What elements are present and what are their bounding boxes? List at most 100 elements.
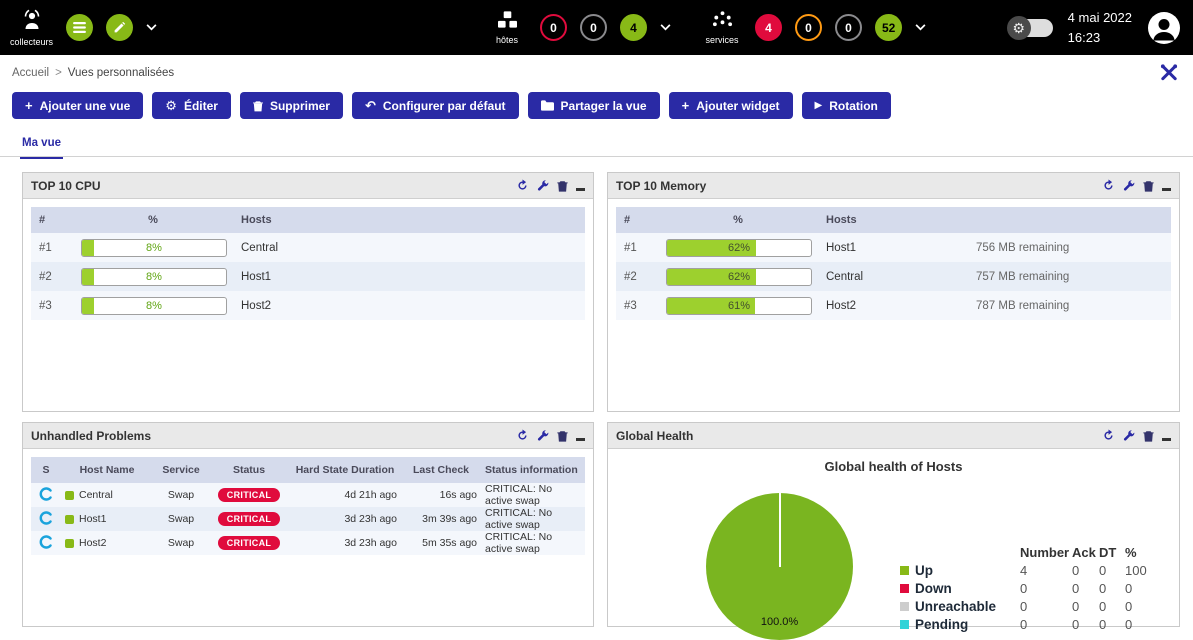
cpu-usage-bar: 8% <box>81 239 227 257</box>
column-header[interactable]: % <box>73 207 233 233</box>
poller-list-icon[interactable] <box>66 14 93 41</box>
poller-config-icon[interactable] <box>106 14 133 41</box>
minimize-icon[interactable] <box>576 438 585 441</box>
tab-divider <box>0 156 1193 157</box>
hosts-status-menu: hôtes 0 0 4 <box>487 0 671 55</box>
column-header[interactable]: Hosts <box>818 207 968 233</box>
user-avatar-icon[interactable] <box>1147 11 1181 45</box>
host-link[interactable]: Host2 <box>79 537 106 549</box>
minimize-icon[interactable] <box>576 188 585 191</box>
hosts-unreachable-counter[interactable]: 0 <box>580 14 607 41</box>
widget-title: TOP 10 CPU <box>31 179 101 193</box>
wrench-icon[interactable] <box>1123 180 1135 192</box>
trash-icon[interactable] <box>1143 180 1154 192</box>
wrench-icon[interactable] <box>537 430 549 442</box>
wrench-icon[interactable] <box>537 180 549 192</box>
services-status[interactable]: services <box>702 10 742 45</box>
rank-cell: #2 <box>616 262 658 291</box>
add-widget-button[interactable]: + Ajouter widget <box>669 92 793 119</box>
column-header[interactable]: Host Name <box>61 457 153 483</box>
legend-number: 0 <box>1020 617 1072 632</box>
delete-view-button[interactable]: Supprimer <box>240 92 343 119</box>
minimize-icon[interactable] <box>1162 438 1171 441</box>
host-link[interactable]: Host1 <box>818 233 968 262</box>
hosts-status[interactable]: hôtes <box>487 11 527 45</box>
customize-tools-icon[interactable] <box>1159 63 1179 85</box>
services-warning-counter[interactable]: 0 <box>795 14 822 41</box>
pollers-status[interactable]: collecteurs <box>10 9 53 47</box>
host-link[interactable]: Central <box>79 489 113 501</box>
host-link[interactable]: Host1 <box>233 262 585 291</box>
host-link[interactable]: Host2 <box>233 291 585 320</box>
centreon-logo-icon[interactable] <box>39 540 53 552</box>
trash-icon[interactable] <box>557 430 568 442</box>
legend-number: 0 <box>1020 581 1072 596</box>
add-view-button[interactable]: + Ajouter une vue <box>12 92 143 119</box>
widget-header: Unhandled Problems <box>23 423 593 449</box>
legend-item-up: Up <box>900 563 1020 578</box>
legend-header: Number <box>1020 545 1072 560</box>
hosts-health-pie-chart[interactable]: 100.0% <box>706 493 853 640</box>
host-link[interactable]: Central <box>233 233 585 262</box>
breadcrumb-home[interactable]: Accueil <box>12 67 49 79</box>
topbar-right: ⚙ 4 mai 2022 16:23 <box>1009 0 1181 55</box>
service-link[interactable]: Swap <box>153 483 209 507</box>
column-header[interactable]: Service <box>153 457 209 483</box>
column-header[interactable]: S <box>31 457 61 483</box>
view-tabs: Ma vue <box>20 133 63 151</box>
share-view-button[interactable]: Partager la vue <box>528 92 660 119</box>
chevron-down-icon[interactable] <box>915 24 926 31</box>
services-status-menu: services 4 0 0 52 <box>702 0 926 55</box>
services-unknown-counter[interactable]: 0 <box>835 14 862 41</box>
refresh-icon[interactable] <box>1102 429 1115 442</box>
rotation-button[interactable]: ▶ Rotation <box>802 92 891 119</box>
column-header[interactable]: Hosts <box>233 207 585 233</box>
problems-table: S Host Name Service Status Hard State Du… <box>31 457 585 555</box>
health-legend: Number Ack DT % Up 4 0 0 100 Down 0 0 0 … <box>900 545 1163 632</box>
service-link[interactable]: Swap <box>153 507 209 531</box>
host-link[interactable]: Host1 <box>79 513 106 525</box>
legend-header: Ack <box>1072 545 1099 560</box>
widget-unhandled-problems: Unhandled Problems S Host Name Service S… <box>22 422 594 627</box>
theme-toggle[interactable]: ⚙ <box>1009 19 1053 37</box>
host-status-square <box>65 515 74 524</box>
view-toolbar: + Ajouter une vue ⚙ Éditer Supprimer ↶ C… <box>12 92 891 119</box>
centreon-logo-icon[interactable] <box>39 492 53 504</box>
refresh-icon[interactable] <box>516 179 529 192</box>
column-header[interactable]: % <box>658 207 818 233</box>
hosts-up-counter[interactable]: 4 <box>620 14 647 41</box>
health-chart-area: Global health of Hosts 100.0% Number Ack… <box>608 449 1179 627</box>
breadcrumb-current[interactable]: Vues personnalisées <box>68 67 174 79</box>
trash-icon <box>253 100 263 112</box>
centreon-logo-icon[interactable] <box>39 516 53 528</box>
edit-view-button[interactable]: ⚙ Éditer <box>152 92 231 119</box>
column-header[interactable]: Last Check <box>401 457 481 483</box>
column-header[interactable]: # <box>31 207 73 233</box>
column-header[interactable]: # <box>616 207 658 233</box>
column-header[interactable]: Hard State Duration <box>289 457 401 483</box>
memory-remaining: 756 MB remaining <box>968 233 1171 262</box>
trash-icon[interactable] <box>1143 430 1154 442</box>
service-link[interactable]: Swap <box>153 531 209 555</box>
table-row: #1 8% Central <box>31 233 585 262</box>
minimize-icon[interactable] <box>1162 188 1171 191</box>
column-header[interactable]: Status <box>209 457 289 483</box>
wrench-icon[interactable] <box>1123 430 1135 442</box>
refresh-icon[interactable] <box>516 429 529 442</box>
column-header[interactable]: Status information <box>481 457 585 483</box>
services-ok-counter[interactable]: 52 <box>875 14 902 41</box>
hosts-down-counter[interactable]: 0 <box>540 14 567 41</box>
trash-icon[interactable] <box>557 180 568 192</box>
host-link[interactable]: Host2 <box>818 291 968 320</box>
memory-usage-bar: 62% <box>666 239 812 257</box>
legend-dt: 0 <box>1099 599 1125 614</box>
bar-label: 8% <box>82 269 226 286</box>
chevron-down-icon[interactable] <box>146 24 157 31</box>
host-link[interactable]: Central <box>818 262 968 291</box>
widget-header: TOP 10 CPU <box>23 173 593 199</box>
hosts-label: hôtes <box>496 35 518 45</box>
chevron-down-icon[interactable] <box>660 24 671 31</box>
configure-default-button[interactable]: ↶ Configurer par défaut <box>352 92 519 119</box>
refresh-icon[interactable] <box>1102 179 1115 192</box>
services-critical-counter[interactable]: 4 <box>755 14 782 41</box>
